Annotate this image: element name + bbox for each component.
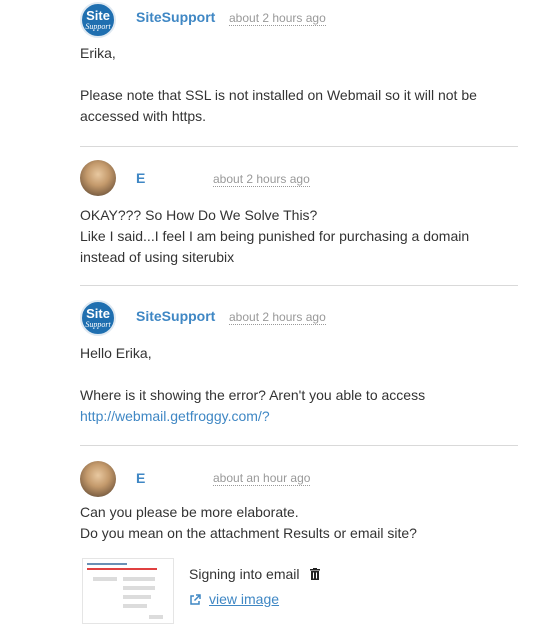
thumb-row: [93, 577, 117, 581]
attachment-name: Signing into email: [189, 566, 300, 582]
thumb-row: [123, 604, 147, 608]
webmail-link[interactable]: http://webmail.getfroggy.com/?: [80, 408, 270, 424]
message-line: Erika,: [80, 45, 116, 61]
message-timestamp[interactable]: about 2 hours ago: [229, 310, 326, 325]
thumb-error-line: [87, 568, 157, 570]
sitesupport-avatar: Site Support: [80, 300, 116, 336]
avatar-text-support: Support: [85, 21, 111, 31]
message-body: OKAY??? So How Do We Solve This? Like I …: [80, 205, 520, 268]
message-author[interactable]: E: [136, 470, 145, 486]
thumb-row: [123, 595, 151, 599]
message-line: Can you please be more elaborate.: [80, 504, 299, 520]
sitesupport-avatar: Site Support: [80, 2, 116, 38]
message-timestamp[interactable]: about an hour ago: [213, 471, 311, 486]
view-image-link[interactable]: view image: [209, 591, 279, 607]
message-body: Erika, Please note that SSL is not insta…: [80, 43, 520, 127]
thumb-row: [123, 577, 155, 581]
message-line: Do you mean on the attachment Results or…: [80, 525, 417, 541]
message-divider: [80, 445, 518, 446]
message-line: Where is it showing the error? Aren't yo…: [80, 387, 426, 403]
message-divider: [80, 285, 518, 286]
message-line-blank: [80, 64, 520, 85]
message-timestamp[interactable]: about 2 hours ago: [229, 11, 326, 26]
message-divider: [80, 146, 518, 147]
message-body: Can you please be more elaborate. Do you…: [80, 502, 520, 544]
trash-icon[interactable]: [310, 568, 320, 580]
message-body: Hello Erika, Where is it showing the err…: [80, 343, 520, 427]
avatar-text-site: Site: [86, 305, 110, 321]
message-author[interactable]: E: [136, 170, 145, 186]
message-author[interactable]: SiteSupport: [136, 308, 215, 324]
avatar-text-site: Site: [86, 7, 110, 23]
message-author[interactable]: SiteSupport: [136, 9, 215, 25]
message-line: Hello Erika,: [80, 345, 152, 361]
external-link-icon[interactable]: [189, 594, 201, 606]
attachment-thumbnail[interactable]: [82, 558, 174, 624]
message-line: OKAY??? So How Do We Solve This?: [80, 207, 318, 223]
avatar-text-support: Support: [85, 319, 111, 329]
message-line: Like I said...I feel I am being punished…: [80, 228, 470, 244]
message-line: Please note that SSL is not installed on…: [80, 87, 477, 103]
user-avatar: [80, 160, 116, 196]
user-avatar: [80, 461, 116, 497]
message-timestamp[interactable]: about 2 hours ago: [213, 172, 310, 187]
message-line: instead of using siterubix: [80, 249, 235, 265]
message-line: accessed with https.: [80, 108, 207, 124]
thumb-row: [149, 615, 163, 619]
thumb-row: [123, 586, 155, 590]
message-line-blank: [80, 364, 520, 385]
thumb-header-line: [87, 563, 127, 565]
